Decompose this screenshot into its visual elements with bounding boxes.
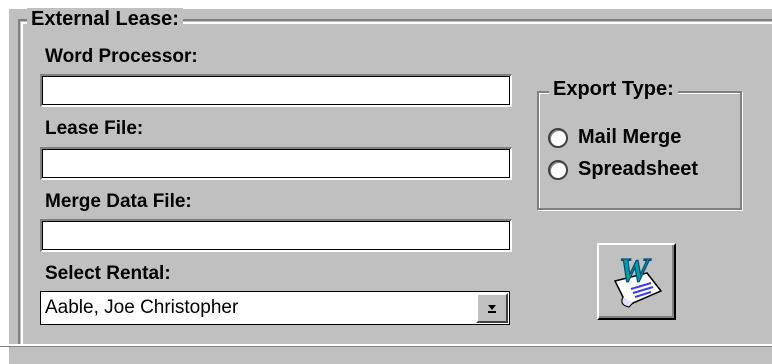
left-border [0,0,9,364]
merge-data-file-label: Merge Data File: [45,191,192,212]
chevron-down-icon [488,305,496,313]
word-processor-label: Word Processor: [45,46,198,67]
select-rental-value: Aable, Joe Christopher [45,297,239,318]
merge-data-file-input[interactable] [42,221,511,251]
export-type-title: Export Type: [549,78,678,101]
bottom-edge-shadow [0,346,772,347]
merge-data-file-field[interactable] [40,219,512,252]
radio-mail-merge-label: Mail Merge [578,126,682,148]
lease-file-label: Lease File: [45,118,144,139]
radio-spreadsheet[interactable]: Spreadsheet [548,158,698,181]
launch-word-processor-button[interactable]: W [597,243,676,320]
radio-circle-icon[interactable] [548,159,568,180]
lease-file-field[interactable] [40,147,512,180]
external-lease-panel: External Lease: Word Processor: Lease Fi… [0,0,772,364]
group-title: External Lease: [27,8,183,31]
select-rental-combo[interactable]: Aable, Joe Christopher [40,291,510,325]
select-rental-label: Select Rental: [45,263,171,284]
radio-circle-icon[interactable] [548,127,568,148]
radio-mail-merge[interactable]: Mail Merge [548,126,681,149]
word-processor-field[interactable] [40,74,512,107]
radio-spreadsheet-label: Spreadsheet [578,158,699,180]
word-processor-input[interactable] [42,76,511,106]
select-rental-dropdown-button[interactable] [476,293,508,323]
svg-text:W: W [619,252,652,289]
export-type-group [537,91,742,210]
word-document-icon: W [613,251,662,308]
lease-file-input[interactable] [42,149,511,179]
